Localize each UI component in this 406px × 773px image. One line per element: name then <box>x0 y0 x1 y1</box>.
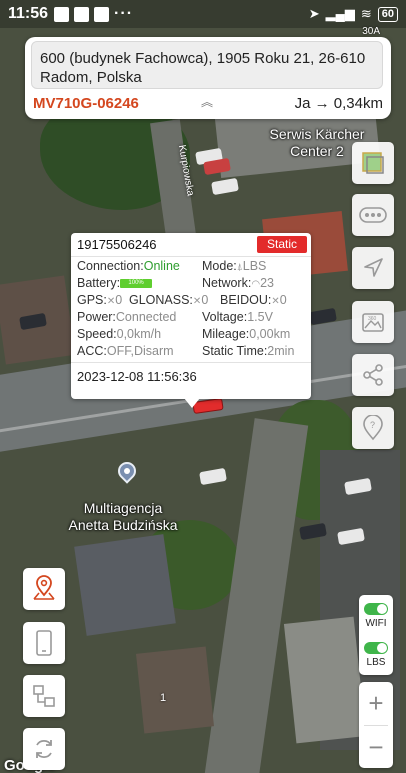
connection-label: Connection: <box>77 259 144 273</box>
mail-notification-icon <box>74 6 90 22</box>
phone-icon <box>36 630 52 656</box>
locate-device-button[interactable] <box>23 568 65 610</box>
network-label: Network: <box>202 276 252 290</box>
info-row: Power:Connected Voltage:1.5V <box>77 310 309 327</box>
info-row: Battery: 100% Network:◠23 <box>77 276 309 293</box>
status-badge: Static <box>257 236 307 253</box>
my-location-button[interactable] <box>23 622 65 664</box>
info-row: ACC:OFF,Disarm Static Time:2min <box>77 344 309 361</box>
address-card: 600 (budynek Fachowca), 1905 Roku 21, 26… <box>25 37 391 119</box>
device-list-icon <box>33 685 55 707</box>
status-time: 11:56 <box>8 5 49 22</box>
more-notifications-icon: ··· <box>114 5 134 22</box>
distance-text: Ja → 0,34km <box>294 95 383 112</box>
zoom-out-button[interactable]: − <box>359 726 393 768</box>
location-arrow-icon: ➤ <box>308 6 320 21</box>
lbs-toggle[interactable] <box>364 642 388 654</box>
poi-pin-icon[interactable] <box>114 458 140 484</box>
wifi-icon: ≋ <box>360 6 372 21</box>
info-row: Connection:Online Mode:⍋LBS <box>77 259 309 276</box>
more-icon <box>359 207 387 223</box>
zoom-control: + − <box>359 682 393 768</box>
satellite-icon: ✕ <box>106 296 116 307</box>
status-bar: 11:56 ··· ➤ ▂▄▆ ≋ 60 <box>0 0 406 28</box>
device-name[interactable]: MV710G-06246 <box>33 95 139 112</box>
notification-icon <box>54 6 70 22</box>
battery-label: Battery: <box>77 276 121 290</box>
address-text: 600 (budynek Fachowca), 1905 Roku 21, 26… <box>31 41 383 89</box>
location-pin-icon <box>33 575 55 600</box>
geofence-button[interactable]: ? <box>352 407 394 449</box>
divider <box>71 362 311 363</box>
map-car <box>199 467 227 486</box>
info-row: Speed:0,0km/h Mileage:0,00km <box>77 327 309 344</box>
geofence-icon: ? <box>363 415 383 441</box>
zoom-in-button[interactable]: + <box>359 682 393 724</box>
power-value: Connected <box>115 310 177 324</box>
connection-value: Online <box>143 259 180 273</box>
mode-value: LBS <box>242 259 267 273</box>
navigate-button[interactable] <box>352 247 394 289</box>
mileage-label: Mileage: <box>202 327 250 341</box>
map-building <box>74 534 176 636</box>
voltage-value: 1.5V <box>247 310 273 324</box>
beidou-label: BEIDOU: <box>220 293 272 307</box>
voltage-label: Voltage: <box>202 310 248 324</box>
mode-label: Mode: <box>202 259 237 273</box>
static-time-value: 2min <box>267 344 295 358</box>
battery-icon: 60 <box>377 6 398 22</box>
power-label: Power: <box>77 310 116 324</box>
map-layers-button[interactable] <box>352 142 394 184</box>
svg-text:360: 360 <box>368 316 377 322</box>
beidou-value: 0 <box>279 293 287 307</box>
poi-label-text: Serwis Kärcher Center 2 <box>269 126 365 159</box>
image-notification-icon <box>94 6 110 22</box>
battery-level-icon: 100% <box>120 279 153 289</box>
device-list-button[interactable] <box>23 675 65 717</box>
poi-label-line2: Anetta Budzińska <box>68 517 178 533</box>
network-value: 23 <box>260 276 274 290</box>
mileage-value: 0,00km <box>249 327 291 341</box>
refresh-button[interactable] <box>23 728 65 770</box>
toggle-panel: WIFI LBS <box>359 595 393 675</box>
device-info-popup[interactable]: 19175506246 Static Connection:Online Mod… <box>71 233 311 408</box>
lbs-toggle-label: LBS <box>366 657 386 668</box>
last-update-timestamp: 2023-12-08 11:56:36 <box>77 369 197 384</box>
static-time-label: Static Time: <box>202 344 268 358</box>
chevron-up-icon[interactable]: ︽ <box>201 93 213 110</box>
divider <box>71 256 311 257</box>
map-building <box>136 646 214 734</box>
network-signal-icon: ◠ <box>251 279 261 290</box>
acc-value: OFF,Disarm <box>106 344 174 358</box>
more-button[interactable] <box>352 194 394 236</box>
wifi-toggle[interactable] <box>364 603 388 615</box>
wifi-toggle-label: WIFI <box>365 618 387 629</box>
street-view-icon: 360 <box>362 313 384 332</box>
glonass-value: 0 <box>201 293 209 307</box>
speed-value: 0,0km/h <box>116 327 162 341</box>
status-icons: ➤ ▂▄▆ ≋ 60 <box>309 6 398 22</box>
svg-text:?: ? <box>370 420 375 430</box>
info-row: GPS:✕0 GLONASS:✕0 BEIDOU:✕0 <box>77 293 309 310</box>
navigate-icon <box>364 258 383 277</box>
map-car <box>211 177 239 196</box>
carrier-tag: 30A <box>362 26 380 37</box>
signal-icon: ▂▄▆ <box>325 6 355 21</box>
gps-label: GPS: <box>77 293 107 307</box>
acc-label: ACC: <box>77 344 107 358</box>
map-building <box>283 616 367 744</box>
share-icon <box>363 364 383 386</box>
gps-value: 0 <box>115 293 123 307</box>
satellite-icon: ✕ <box>271 296 280 307</box>
poi-label-multiagencja[interactable]: Multiagencja Anetta Budzińska <box>48 500 198 534</box>
map-lot-number: 1 <box>160 692 167 704</box>
poi-label-line1: Multiagencja <box>83 500 163 516</box>
device-imei: 19175506246 <box>77 237 157 252</box>
map-layers-icon <box>362 152 384 174</box>
speed-label: Speed: <box>77 327 117 341</box>
glonass-label: GLONASS: <box>129 293 193 307</box>
share-button[interactable] <box>352 354 394 396</box>
refresh-icon <box>36 739 52 759</box>
street-view-button[interactable]: 360 <box>352 301 394 343</box>
